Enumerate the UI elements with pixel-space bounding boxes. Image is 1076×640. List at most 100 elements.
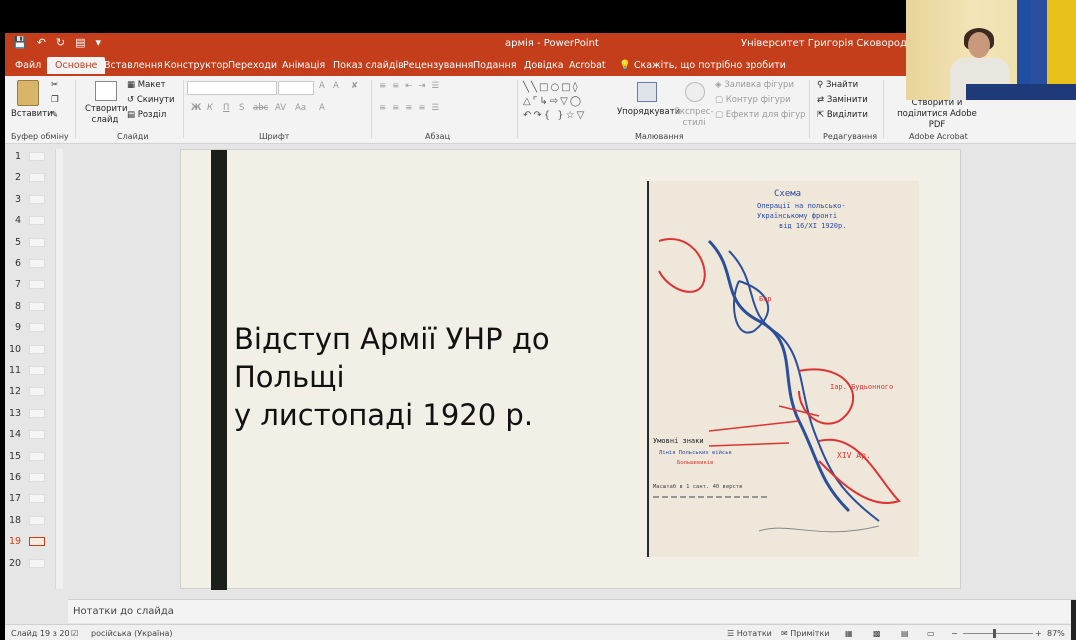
- slide-thumbnail-number: 2: [14, 172, 21, 184]
- tab-home[interactable]: Основне: [47, 57, 106, 74]
- comments-toggle[interactable]: ✉ Примітки: [781, 629, 830, 638]
- bold-button[interactable]: Ж: [191, 103, 201, 113]
- shape-fill-button[interactable]: ◈ Заливка фігури: [715, 80, 794, 90]
- arrange-button[interactable]: Упорядкувати: [617, 107, 680, 117]
- reading-view-icon[interactable]: ▤: [901, 629, 909, 638]
- slide-thumbnail-number: 7: [14, 279, 21, 291]
- shadow-button[interactable]: S: [239, 103, 244, 113]
- slide-thumbnail[interactable]: 8: [5, 299, 65, 315]
- ribbon-separator: [183, 80, 184, 138]
- tab-review[interactable]: Рецензування: [403, 60, 473, 71]
- slide-thumbnail[interactable]: 2: [5, 170, 65, 186]
- new-slide-icon[interactable]: [95, 81, 117, 101]
- slide-thumbnail[interactable]: 16: [5, 470, 65, 486]
- tab-slideshow[interactable]: Показ слайдів: [333, 60, 404, 71]
- tab-file[interactable]: Файл: [15, 60, 41, 71]
- slideshow-icon[interactable]: ▭: [927, 629, 935, 638]
- shape-outline-button[interactable]: ▢ Контур фігури: [715, 95, 791, 105]
- change-case-button[interactable]: Aa: [295, 103, 306, 113]
- zoom-level[interactable]: 87%: [1047, 629, 1065, 638]
- customize-qat-icon[interactable]: ▾: [96, 36, 102, 49]
- slide-thumbnail-preview: [29, 366, 45, 375]
- slide-thumbnail[interactable]: 5: [5, 235, 65, 251]
- save-icon[interactable]: 💾: [13, 36, 27, 49]
- slide-thumbnail[interactable]: 9: [5, 320, 65, 336]
- reset-button[interactable]: ↺ Скинути: [127, 95, 175, 105]
- section-button[interactable]: ▤ Розділ: [127, 110, 166, 120]
- find-button[interactable]: ⚲ Знайти: [817, 80, 858, 90]
- quick-styles-icon[interactable]: [685, 82, 705, 102]
- underline-button[interactable]: П: [223, 103, 229, 113]
- slide-thumbnail[interactable]: 12: [5, 384, 65, 400]
- slide-thumbnail[interactable]: 11: [5, 363, 65, 379]
- paragraph-align-buttons[interactable]: ≡≡≡≡☰: [379, 103, 445, 113]
- font-size-select[interactable]: [278, 81, 314, 95]
- cut-icon[interactable]: ✂: [51, 80, 58, 90]
- language-indicator[interactable]: російська (Україна): [91, 629, 172, 638]
- zoom-in-icon[interactable]: +: [1035, 629, 1042, 638]
- character-spacing-button[interactable]: AV: [275, 103, 286, 113]
- slide-thumbnail[interactable]: 19: [5, 534, 65, 550]
- slide-thumbnail-number: 19: [9, 536, 22, 548]
- shrink-font-button[interactable]: A: [333, 81, 339, 91]
- replace-button[interactable]: ⇄ Замінити: [817, 95, 868, 105]
- undo-icon[interactable]: ↶: [37, 36, 46, 49]
- slide-thumbnail[interactable]: 4: [5, 213, 65, 229]
- zoom-slider[interactable]: [963, 633, 1033, 634]
- grow-font-button[interactable]: A: [319, 81, 325, 91]
- paste-icon[interactable]: [17, 80, 39, 106]
- map-subtitle-1: Операції на польсько-: [757, 202, 846, 210]
- shapes-gallery[interactable]: ╲╲□○□◊ △⌜↳⇨▽◯ ↶↷{ }☆▽: [523, 81, 613, 125]
- notes-pane[interactable]: Нотатки до слайда: [68, 599, 1076, 623]
- tab-animations[interactable]: Анімація: [282, 60, 325, 71]
- tab-acrobat[interactable]: Acrobat: [569, 60, 606, 71]
- slide-thumbnail[interactable]: 15: [5, 449, 65, 465]
- normal-view-icon[interactable]: ▦: [845, 629, 853, 638]
- paste-button[interactable]: Вставити: [11, 109, 53, 119]
- historical-map-image[interactable]: Схема Операції на польсько- Українському…: [647, 181, 919, 557]
- notes-toggle[interactable]: ☰ Нотатки: [727, 629, 772, 638]
- slide-thumbnail[interactable]: 18: [5, 513, 65, 529]
- quick-styles-button[interactable]: Експрес-стилі: [673, 107, 715, 129]
- copy-icon[interactable]: ❐: [51, 95, 59, 105]
- slide-title[interactable]: Відступ Армії УНР до Польщі у листопаді …: [234, 320, 644, 434]
- select-button[interactable]: ⇱ Виділити: [817, 110, 868, 120]
- tab-insert[interactable]: Вставлення: [104, 60, 163, 71]
- slide-sorter-icon[interactable]: ▩: [873, 629, 881, 638]
- arrange-icon[interactable]: [637, 82, 657, 102]
- current-slide[interactable]: Відступ Армії УНР до Польщі у листопаді …: [180, 149, 961, 590]
- tab-view[interactable]: Подання: [473, 60, 516, 71]
- clear-formatting-icon[interactable]: ✘: [351, 81, 358, 91]
- acrobat-group-label: Adobe Acrobat: [909, 132, 968, 141]
- slide-thumbnail[interactable]: 13: [5, 406, 65, 422]
- spellcheck-icon[interactable]: ☑: [71, 629, 78, 638]
- font-color-button[interactable]: A: [319, 103, 325, 113]
- slide-thumbnail[interactable]: 20: [5, 556, 65, 572]
- slide-thumbnail[interactable]: 1: [5, 149, 65, 165]
- slide-thumbnail-preview: [29, 408, 45, 418]
- slide-thumbnail[interactable]: 3: [5, 192, 65, 208]
- font-family-select[interactable]: [187, 81, 277, 95]
- shape-effects-button[interactable]: ▢ Ефекти для фігур: [715, 110, 806, 120]
- new-slide-button[interactable]: Створити слайд: [85, 104, 128, 126]
- slide-thumbnail[interactable]: 14: [5, 427, 65, 443]
- ribbon-separator: [517, 80, 518, 138]
- strikethrough-button[interactable]: abc: [253, 103, 268, 113]
- slide-thumbnail[interactable]: 7: [5, 277, 65, 293]
- tab-transitions[interactable]: Переходи: [228, 60, 277, 71]
- start-presentation-icon[interactable]: ▤: [75, 36, 85, 49]
- slide-thumbnail[interactable]: 17: [5, 491, 65, 507]
- format-painter-icon[interactable]: ✎: [51, 110, 58, 120]
- tab-design[interactable]: Конструктор: [164, 60, 228, 71]
- tell-me-search[interactable]: 💡 Скажіть, що потрібно зробити: [619, 60, 786, 71]
- redo-icon[interactable]: ↻: [56, 36, 65, 49]
- tab-help[interactable]: Довідка: [524, 60, 564, 71]
- slide-thumbnail[interactable]: 6: [5, 256, 65, 272]
- layout-button[interactable]: ▦ Макет: [127, 80, 166, 90]
- zoom-out-icon[interactable]: −: [951, 629, 958, 638]
- italic-button[interactable]: К: [207, 103, 213, 113]
- paragraph-list-buttons[interactable]: ≡≡⇤⇥☰: [379, 81, 445, 91]
- create-pdf-button[interactable]: Створити й поділитися Adobe PDF: [889, 98, 985, 131]
- zoom-slider-thumb[interactable]: [993, 629, 996, 638]
- slide-thumbnail[interactable]: 10: [5, 342, 65, 358]
